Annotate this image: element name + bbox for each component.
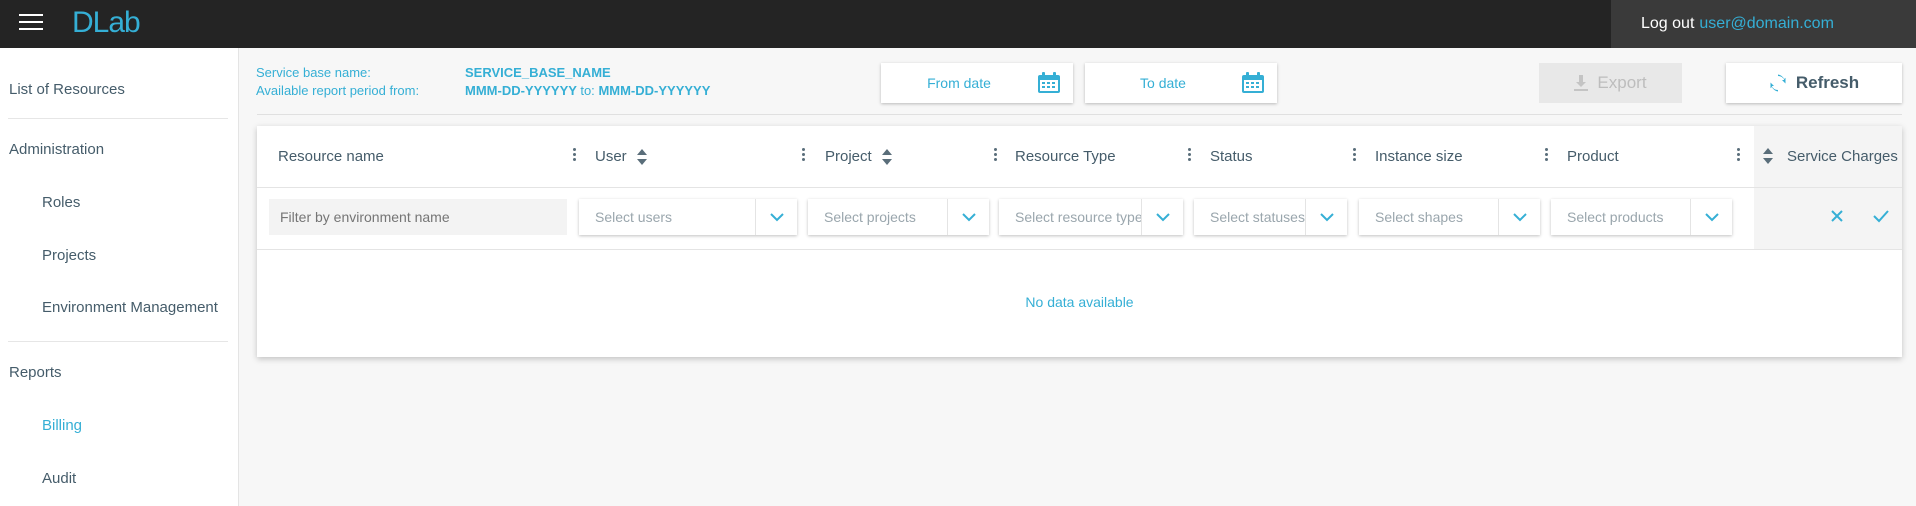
header-separator: [257, 187, 1902, 188]
column-header-user[interactable]: User: [595, 148, 647, 166]
column-menu-icon[interactable]: [1545, 148, 1549, 164]
menu-icon[interactable]: [19, 14, 43, 32]
products-select-value: Select products: [1567, 209, 1664, 225]
apply-filters-icon[interactable]: [1873, 209, 1889, 223]
resource-types-select-value: Select resource types: [1015, 209, 1141, 225]
column-menu-icon[interactable]: [802, 148, 806, 164]
from-date-button[interactable]: From date: [881, 63, 1073, 103]
refresh-icon: [1769, 74, 1787, 92]
column-header-project[interactable]: Project: [825, 148, 892, 166]
resource-types-select[interactable]: Select resource types: [999, 199, 1183, 235]
column-header-resource-name[interactable]: Resource name: [278, 148, 384, 165]
sort-icon[interactable]: [881, 149, 892, 166]
column-header-product[interactable]: Product: [1567, 148, 1619, 165]
column-header-project-label: Project: [825, 148, 872, 165]
service-base-name-value: SERVICE_BASE_NAME: [465, 65, 611, 80]
sidebar-item-administration[interactable]: Administration: [9, 141, 104, 158]
column-menu-icon[interactable]: [1737, 148, 1741, 164]
column-menu-icon[interactable]: [1353, 148, 1357, 164]
projects-select-value: Select projects: [824, 209, 916, 225]
sidebar: List of Resources Administration Roles P…: [0, 48, 239, 506]
chevron-down-icon[interactable]: [1498, 199, 1540, 235]
sidebar-item-projects[interactable]: Projects: [42, 247, 96, 264]
top-bar: DLab Log out user@domain.com: [0, 0, 1916, 48]
calendar-icon: [1038, 72, 1060, 93]
users-select-value: Select users: [595, 209, 673, 225]
products-select[interactable]: Select products: [1551, 199, 1732, 235]
chevron-down-icon[interactable]: [755, 199, 797, 235]
sort-icon[interactable]: [1763, 148, 1773, 164]
chevron-down-icon[interactable]: [1141, 199, 1183, 235]
calendar-icon: [1242, 72, 1264, 93]
chevron-down-icon[interactable]: [947, 199, 989, 235]
report-period-from: MMM-DD-YYYYYY: [465, 83, 577, 98]
users-select[interactable]: Select users: [579, 199, 797, 235]
export-label: Export: [1597, 73, 1647, 92]
download-icon: [1574, 75, 1589, 91]
shapes-select[interactable]: Select shapes: [1359, 199, 1540, 235]
column-menu-icon[interactable]: [994, 148, 998, 164]
report-period-range: MMM-DD-YYYYYY to: MMM-DD-YYYYYY: [465, 83, 710, 98]
column-menu-icon[interactable]: [573, 148, 577, 164]
to-date-button[interactable]: To date: [1085, 63, 1277, 103]
resource-name-filter-input[interactable]: [269, 199, 567, 235]
clear-filters-icon[interactable]: [1830, 209, 1844, 223]
column-header-service-charges[interactable]: Service Charges: [1787, 148, 1898, 165]
refresh-button[interactable]: Refresh: [1726, 63, 1902, 103]
sidebar-divider: [8, 341, 228, 342]
sidebar-item-roles[interactable]: Roles: [42, 194, 80, 211]
sidebar-item-list-of-resources[interactable]: List of Resources: [9, 81, 125, 98]
logout-area: Log out user@domain.com: [1611, 0, 1916, 48]
header-divider: [257, 114, 1902, 115]
app-logo[interactable]: DLab: [72, 6, 141, 40]
to-date-label: To date: [1140, 75, 1186, 91]
column-header-status[interactable]: Status: [1210, 148, 1253, 165]
export-button[interactable]: Export: [1539, 63, 1682, 103]
sidebar-item-environment-management[interactable]: Environment Management: [42, 299, 218, 316]
column-menu-icon[interactable]: [1188, 148, 1192, 164]
statuses-select-value: Select statuses: [1210, 209, 1305, 225]
sidebar-item-reports[interactable]: Reports: [9, 364, 62, 381]
column-header-resource-type[interactable]: Resource Type: [1015, 148, 1116, 165]
report-period-label: Available report period from:: [256, 83, 420, 98]
billing-table: Resource name User Project Resource Type…: [257, 126, 1902, 357]
sidebar-item-audit[interactable]: Audit: [42, 470, 76, 487]
column-header-instance-size[interactable]: Instance size: [1375, 148, 1463, 165]
chevron-down-icon[interactable]: [1690, 199, 1732, 235]
sidebar-item-billing[interactable]: Billing: [42, 417, 82, 434]
sidebar-divider: [8, 118, 228, 119]
report-period-to-label: to:: [580, 83, 595, 98]
sort-icon[interactable]: [636, 149, 647, 166]
report-period-to: MMM-DD-YYYYYY: [598, 83, 711, 98]
service-base-name-label: Service base name:: [256, 65, 371, 80]
refresh-label: Refresh: [1795, 73, 1860, 92]
statuses-select[interactable]: Select statuses: [1194, 199, 1347, 235]
filter-separator: [257, 249, 1902, 250]
empty-message: No data available: [1025, 294, 1134, 310]
projects-select[interactable]: Select projects: [808, 199, 989, 235]
chevron-down-icon[interactable]: [1305, 199, 1347, 235]
column-header-user-label: User: [595, 148, 627, 165]
from-date-label: From date: [927, 75, 991, 91]
user-email[interactable]: user@domain.com: [1699, 15, 1834, 33]
logout-link[interactable]: Log out: [1641, 15, 1694, 33]
shapes-select-value: Select shapes: [1375, 209, 1463, 225]
